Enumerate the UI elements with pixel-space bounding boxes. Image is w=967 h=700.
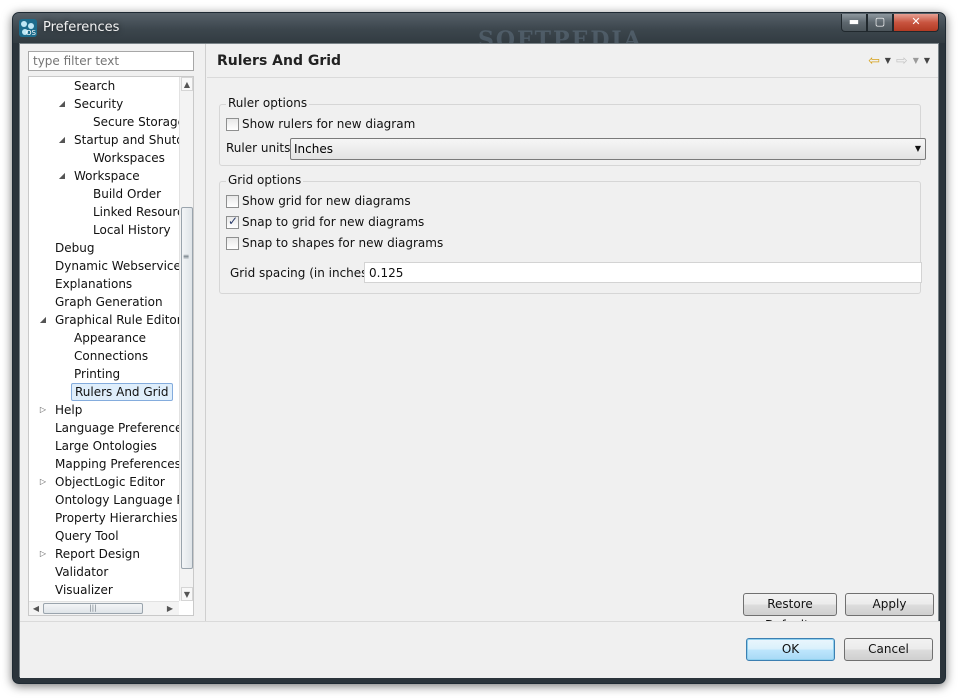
preference-navigation: Search ◢ Security Secure Storage ◢ Startup an… bbox=[20, 44, 206, 621]
tree-item-label: Explanations bbox=[55, 277, 133, 291]
snap-to-shapes-option[interactable]: Snap to shapes for new diagrams bbox=[226, 235, 443, 251]
tree-item-label: Help bbox=[55, 403, 83, 417]
forward-arrow-icon[interactable]: ⇨ bbox=[896, 53, 908, 69]
scroll-down-arrow-icon[interactable]: ▼ bbox=[181, 587, 193, 601]
show-grid-label: Show grid for new diagrams bbox=[242, 194, 411, 208]
snap-to-grid-label: Snap to grid for new diagrams bbox=[242, 215, 425, 229]
tree-item-label: Graph Generation bbox=[55, 295, 163, 309]
tree-item-label: ObjectLogic Editor bbox=[55, 475, 165, 489]
ok-button[interactable]: OK bbox=[746, 638, 835, 661]
tree-item-label: Rulers And Grid bbox=[71, 383, 173, 401]
ruler-units-select[interactable]: Inches ▼ bbox=[290, 138, 926, 160]
vertical-scroll-thumb[interactable] bbox=[181, 207, 193, 569]
show-rulers-option[interactable]: Show rulers for new diagram bbox=[226, 116, 415, 132]
back-arrow-icon[interactable]: ⇦ bbox=[868, 53, 880, 69]
maximize-button[interactable]: ▢ bbox=[867, 14, 893, 32]
dialog-client-area: Search ◢ Security Secure Storage ◢ Startup an… bbox=[19, 43, 940, 678]
tree-item-label: Dynamic Webservices bbox=[55, 259, 179, 273]
expand-icon[interactable]: ▷ bbox=[38, 473, 48, 491]
ruler-options-label: Ruler options bbox=[226, 96, 310, 110]
scroll-right-arrow-icon[interactable]: ▶ bbox=[163, 603, 177, 615]
window-controls: ▬ ▢ ✕ bbox=[841, 14, 939, 32]
ruler-units-label: Ruler units: bbox=[226, 141, 295, 155]
tree-item-label: Appearance bbox=[74, 331, 147, 345]
show-grid-option[interactable]: Show grid for new diagrams bbox=[226, 193, 411, 209]
horizontal-scroll-thumb[interactable]: ||| bbox=[43, 603, 143, 614]
snap-to-grid-checkbox[interactable] bbox=[226, 214, 239, 229]
scroll-left-arrow-icon[interactable]: ◀ bbox=[29, 603, 43, 615]
scroll-grip-icon: ≡ bbox=[182, 252, 190, 261]
collapse-icon[interactable]: ◢ bbox=[57, 131, 67, 149]
grid-spacing-label: Grid spacing (in inches): bbox=[230, 266, 377, 280]
show-rulers-checkbox[interactable] bbox=[226, 117, 239, 131]
grid-options-group: Grid options Show grid for new diagrams … bbox=[219, 173, 922, 294]
close-button[interactable]: ✕ bbox=[893, 14, 939, 32]
page-title: Rulers And Grid bbox=[217, 53, 342, 69]
app-icon-text: OS bbox=[26, 29, 36, 37]
tree-item-label: Workspace bbox=[74, 169, 140, 183]
page-navigation-tools: ⇦ ▼ ⇨ ▼ ▼ bbox=[863, 53, 930, 69]
forward-dropdown-icon[interactable]: ▼ bbox=[913, 53, 919, 69]
tree-item-label: Workspaces bbox=[93, 151, 165, 165]
restore-defaults-button[interactable]: Restore Defaults bbox=[743, 593, 837, 632]
ruler-units-value: Inches bbox=[294, 142, 333, 156]
show-grid-checkbox[interactable] bbox=[226, 194, 239, 208]
scroll-up-arrow-icon[interactable]: ▲ bbox=[181, 77, 193, 91]
tree-item-label: Debug bbox=[55, 241, 95, 255]
tree-item-label: Report Design bbox=[55, 547, 141, 561]
preference-tree: Search ◢ Security Secure Storage ◢ Startup an… bbox=[28, 76, 194, 616]
ruler-options-group: Ruler options Show rulers for new diagra… bbox=[219, 96, 926, 166]
snap-to-shapes-label: Snap to shapes for new diagrams bbox=[242, 236, 444, 250]
snap-to-grid-option[interactable]: Snap to grid for new diagrams bbox=[226, 214, 424, 230]
tree-vertical-scrollbar[interactable]: ▲ ≡ ▼ bbox=[179, 77, 193, 601]
preference-page: Rulers And Grid ⇦ ▼ ⇨ ▼ ▼ Ruler options … bbox=[207, 44, 938, 632]
title-bar[interactable]: OS Preferences SOFTPEDIA ▬ ▢ ✕ bbox=[13, 13, 945, 53]
tree-item-label: Query Tool bbox=[55, 529, 119, 543]
tree-item-label: Property Hierarchies bbox=[55, 511, 178, 525]
preferences-window: OS Preferences SOFTPEDIA ▬ ▢ ✕ Search◢Se… bbox=[12, 12, 946, 684]
tree-item-label: Mapping Preferences bbox=[55, 457, 179, 471]
apply-button[interactable]: Apply bbox=[845, 593, 934, 616]
collapse-icon[interactable]: ◢ bbox=[38, 311, 48, 329]
tree-item-label: Printing bbox=[74, 367, 121, 381]
expand-icon[interactable]: ▷ bbox=[38, 401, 48, 419]
app-icon: OS bbox=[19, 19, 37, 37]
snap-to-shapes-checkbox[interactable] bbox=[226, 236, 239, 250]
page-header: Rulers And Grid ⇦ ▼ ⇨ ▼ ▼ bbox=[207, 44, 938, 78]
tree-item-label: Graphical Rule Editor bbox=[55, 313, 179, 327]
dialog-button-bar: OK Cancel bbox=[20, 621, 940, 678]
tree-item-label: Validator bbox=[55, 565, 109, 579]
window-title: Preferences bbox=[43, 20, 120, 35]
tree-list: Search ◢ Security Secure Storage ◢ Startup an… bbox=[29, 77, 179, 601]
collapse-icon[interactable]: ◢ bbox=[57, 167, 67, 185]
tree-item-label: Language Preferences bbox=[55, 421, 179, 435]
tree-item-label: Startup and Shutdown bbox=[74, 133, 179, 147]
tree-item-label: Large Ontologies bbox=[55, 439, 157, 453]
tree-item-label: Linked Resources bbox=[93, 205, 179, 219]
tree-item-label: Search bbox=[74, 79, 116, 93]
back-dropdown-icon[interactable]: ▼ bbox=[885, 53, 891, 69]
chevron-down-icon: ▼ bbox=[914, 144, 921, 153]
tree-item-label: Visualizer bbox=[55, 583, 113, 597]
tree-item-label: Local History bbox=[93, 223, 171, 237]
expand-icon[interactable]: ▷ bbox=[38, 545, 48, 563]
tree-item-label: Build Order bbox=[93, 187, 162, 201]
show-rulers-label: Show rulers for new diagram bbox=[242, 117, 416, 131]
collapse-icon[interactable]: ◢ bbox=[57, 95, 67, 113]
grid-options-label: Grid options bbox=[226, 173, 304, 187]
tree-item-label: Ontology Language Perspective bbox=[55, 493, 179, 507]
tree-item-label: Security bbox=[74, 97, 124, 111]
cancel-button[interactable]: Cancel bbox=[844, 638, 933, 661]
filter-input[interactable] bbox=[28, 51, 194, 71]
minimize-button[interactable]: ▬ bbox=[841, 14, 867, 32]
tree-horizontal-scrollbar[interactable]: ◀ ||| ▶ bbox=[29, 601, 179, 615]
view-menu-icon[interactable]: ▼ bbox=[924, 53, 930, 69]
tree-item-label: Secure Storage bbox=[93, 115, 179, 129]
tree-item-label: Connections bbox=[74, 349, 149, 363]
grid-spacing-input[interactable] bbox=[364, 262, 922, 283]
